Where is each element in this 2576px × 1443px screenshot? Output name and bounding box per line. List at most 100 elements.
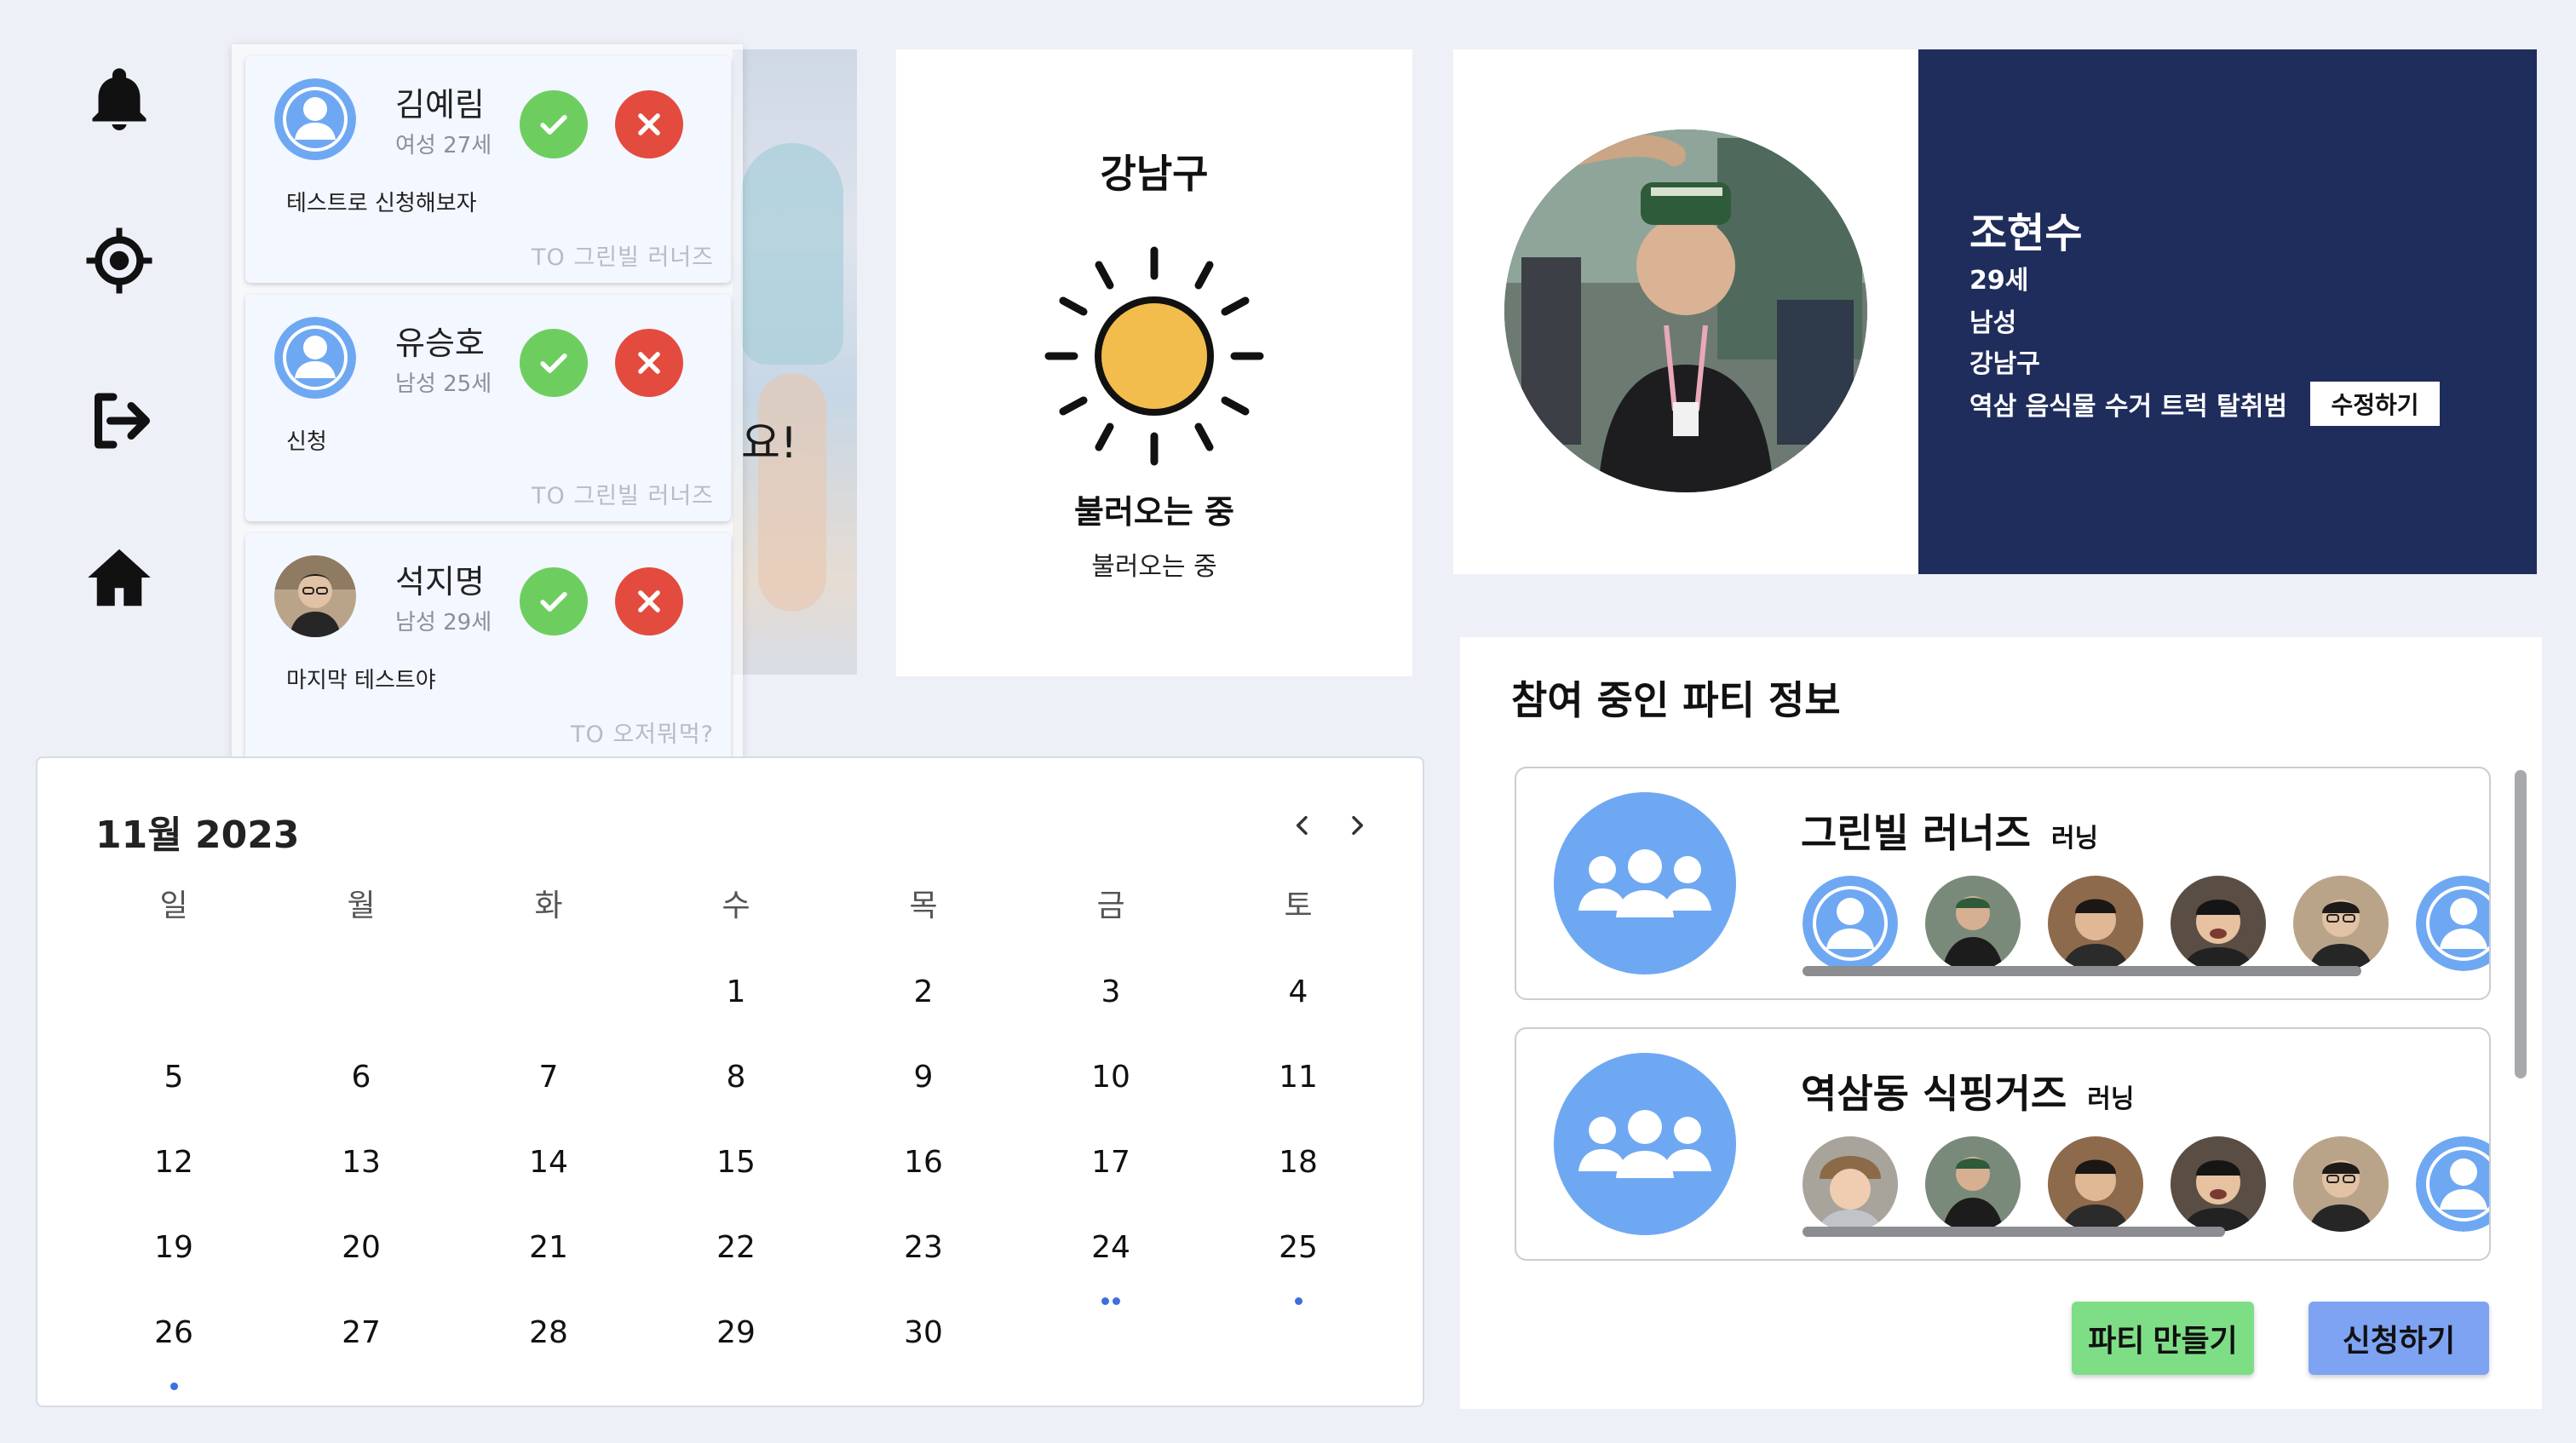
weekday-label: 수: [722, 888, 750, 923]
check-icon: [540, 592, 567, 612]
calendar-day[interactable]: 21: [455, 1210, 642, 1295]
calendar-day[interactable]: 26: [80, 1295, 267, 1390]
logout-icon[interactable]: [83, 385, 155, 457]
party-card[interactable]: 그린빌 러너즈 러닝: [1515, 767, 2491, 1000]
create-party-button[interactable]: 파티 만들기: [2072, 1302, 2254, 1375]
profile-photo-panel: [1453, 49, 1918, 574]
calendar-prev-button[interactable]: [1281, 804, 1324, 847]
calendar-day[interactable]: 30: [830, 1295, 1017, 1380]
group-icon: [1554, 792, 1736, 974]
calendar-day-number: 15: [716, 1145, 756, 1180]
member-avatar: [2171, 1136, 2266, 1232]
calendar-next-button[interactable]: [1336, 804, 1378, 847]
target-party: TO 그린빌 러너즈: [532, 244, 714, 271]
calendar-day[interactable]: 11: [1205, 1039, 1392, 1124]
calendar-day-number: 8: [726, 1060, 746, 1095]
calendar-day[interactable]: 2: [830, 954, 1017, 1039]
calendar-day-number: 3: [1101, 974, 1121, 1009]
calendar-day-number: 18: [1279, 1145, 1318, 1180]
party-members-list[interactable]: [1803, 1136, 2489, 1237]
members-scrollbar[interactable]: [1803, 1227, 2225, 1237]
home-icon[interactable]: [83, 542, 155, 613]
calendar-day[interactable]: 10: [1017, 1039, 1205, 1124]
calendar-day[interactable]: 17: [1017, 1124, 1205, 1210]
calendar-day[interactable]: 8: [642, 1039, 830, 1124]
reject-button[interactable]: [615, 90, 683, 158]
calendar-day[interactable]: 4: [1205, 954, 1392, 1039]
target-party: TO 오저뭐먹?: [570, 722, 714, 748]
calendar-day[interactable]: 3: [1017, 954, 1205, 1039]
calendar-week-row: 5 6 7 8 9 10 11: [80, 1039, 1392, 1124]
party-members-list[interactable]: [1803, 876, 2489, 976]
reject-button[interactable]: [615, 567, 683, 635]
calendar-day[interactable]: 28: [455, 1295, 642, 1380]
calendar-day[interactable]: 23: [830, 1210, 1017, 1295]
applicant-name: 유승호: [395, 325, 485, 362]
calendar-day-number: 20: [342, 1230, 381, 1265]
target-icon[interactable]: [83, 225, 155, 296]
accept-button[interactable]: [520, 567, 588, 635]
profile-info-panel: 조현수 29세 남성 강남구 역삼 음식물 수거 트럭 탈취범 수정하기: [1918, 49, 2537, 574]
calendar-day-number: 22: [716, 1230, 756, 1265]
edit-profile-button[interactable]: 수정하기: [2310, 382, 2440, 426]
weekday-label: 월: [347, 888, 376, 923]
party-card[interactable]: 역삼동 식핑거즈 러닝: [1515, 1027, 2491, 1261]
calendar-day-number: 6: [351, 1060, 371, 1095]
calendar-day[interactable]: 24: [1017, 1210, 1205, 1305]
bell-icon[interactable]: [83, 65, 155, 136]
party-name: 그린빌 러너즈 러닝: [1801, 802, 2098, 859]
calendar-week-row: 26 27 28 29 30: [80, 1295, 1392, 1390]
calendar-day-number: 25: [1279, 1230, 1318, 1265]
profile-bio: 역삼 음식물 수거 트럭 탈취범: [1969, 392, 2287, 422]
calendar-empty-cell: [1205, 1295, 1392, 1380]
applicant-meta: 여성 27세: [395, 133, 492, 158]
calendar-day[interactable]: 16: [830, 1124, 1017, 1210]
apply-party-button[interactable]: 신청하기: [2309, 1302, 2489, 1375]
calendar-day[interactable]: 22: [642, 1210, 830, 1295]
calendar-month-title: 11월 2023: [95, 813, 300, 857]
calendar-day[interactable]: 7: [455, 1039, 642, 1124]
calendar-day[interactable]: 12: [80, 1124, 267, 1210]
members-scrollbar[interactable]: [1803, 966, 2361, 976]
calendar-day-number: 24: [1091, 1230, 1130, 1265]
calendar-day-number: 12: [154, 1145, 193, 1180]
calendar-empty-cell: [455, 954, 642, 1039]
chevron-right-icon: [1352, 815, 1364, 836]
calendar-day[interactable]: 15: [642, 1124, 830, 1210]
calendar-day[interactable]: 9: [830, 1039, 1017, 1124]
group-icon: [1554, 1053, 1736, 1235]
reject-button[interactable]: [615, 329, 683, 397]
weekday-label: 금: [1096, 888, 1125, 923]
weekday-header: 일 월 화 수 목 금 토: [80, 877, 1392, 954]
calendar-day[interactable]: 20: [267, 1210, 455, 1295]
applicant-message: 마지막 테스트야: [286, 668, 436, 693]
notification-card: 유승호 남성 25세 신청 TO 그린빌 러너즈: [245, 295, 731, 521]
calendar-day-number: 5: [164, 1060, 184, 1095]
calendar-day-number: 13: [342, 1145, 381, 1180]
event-banner-image: [733, 49, 857, 675]
calendar-day[interactable]: 27: [267, 1295, 455, 1380]
accept-button[interactable]: [520, 329, 588, 397]
party-list-scrollbar[interactable]: [2515, 770, 2527, 1078]
calendar-empty-cell: [1017, 1295, 1205, 1380]
calendar-day[interactable]: 19: [80, 1210, 267, 1295]
calendar-day[interactable]: 6: [267, 1039, 455, 1124]
weekday-label: 토: [1284, 888, 1313, 923]
calendar-day[interactable]: 18: [1205, 1124, 1392, 1210]
calendar-day-number: 4: [1288, 974, 1308, 1009]
calendar-day-number: 30: [904, 1315, 943, 1350]
calendar-day[interactable]: 25: [1205, 1210, 1392, 1305]
calendar-day[interactable]: 1: [642, 954, 830, 1039]
calendar-day-number: 21: [529, 1230, 568, 1265]
calendar-day[interactable]: 5: [80, 1039, 267, 1124]
party-name-text: 역삼동 식핑거즈: [1801, 1071, 2067, 1117]
calendar-grid: 일 월 화 수 목 금 토 1 2 3 4 5 6 7 8 9 10 11 12 13 14 15 16 17 1…: [80, 877, 1392, 1390]
calendar-day[interactable]: 14: [455, 1124, 642, 1210]
calendar-day[interactable]: 29: [642, 1295, 830, 1380]
calendar-week-row: 12 13 14 15 16 17 18: [80, 1124, 1392, 1210]
member-avatar: [2416, 1136, 2489, 1232]
calendar-day[interactable]: 13: [267, 1124, 455, 1210]
member-avatar: [1925, 876, 2021, 971]
accept-button[interactable]: [520, 90, 588, 158]
party-panel-title: 참여 중인 파티 정보: [1511, 677, 1841, 723]
